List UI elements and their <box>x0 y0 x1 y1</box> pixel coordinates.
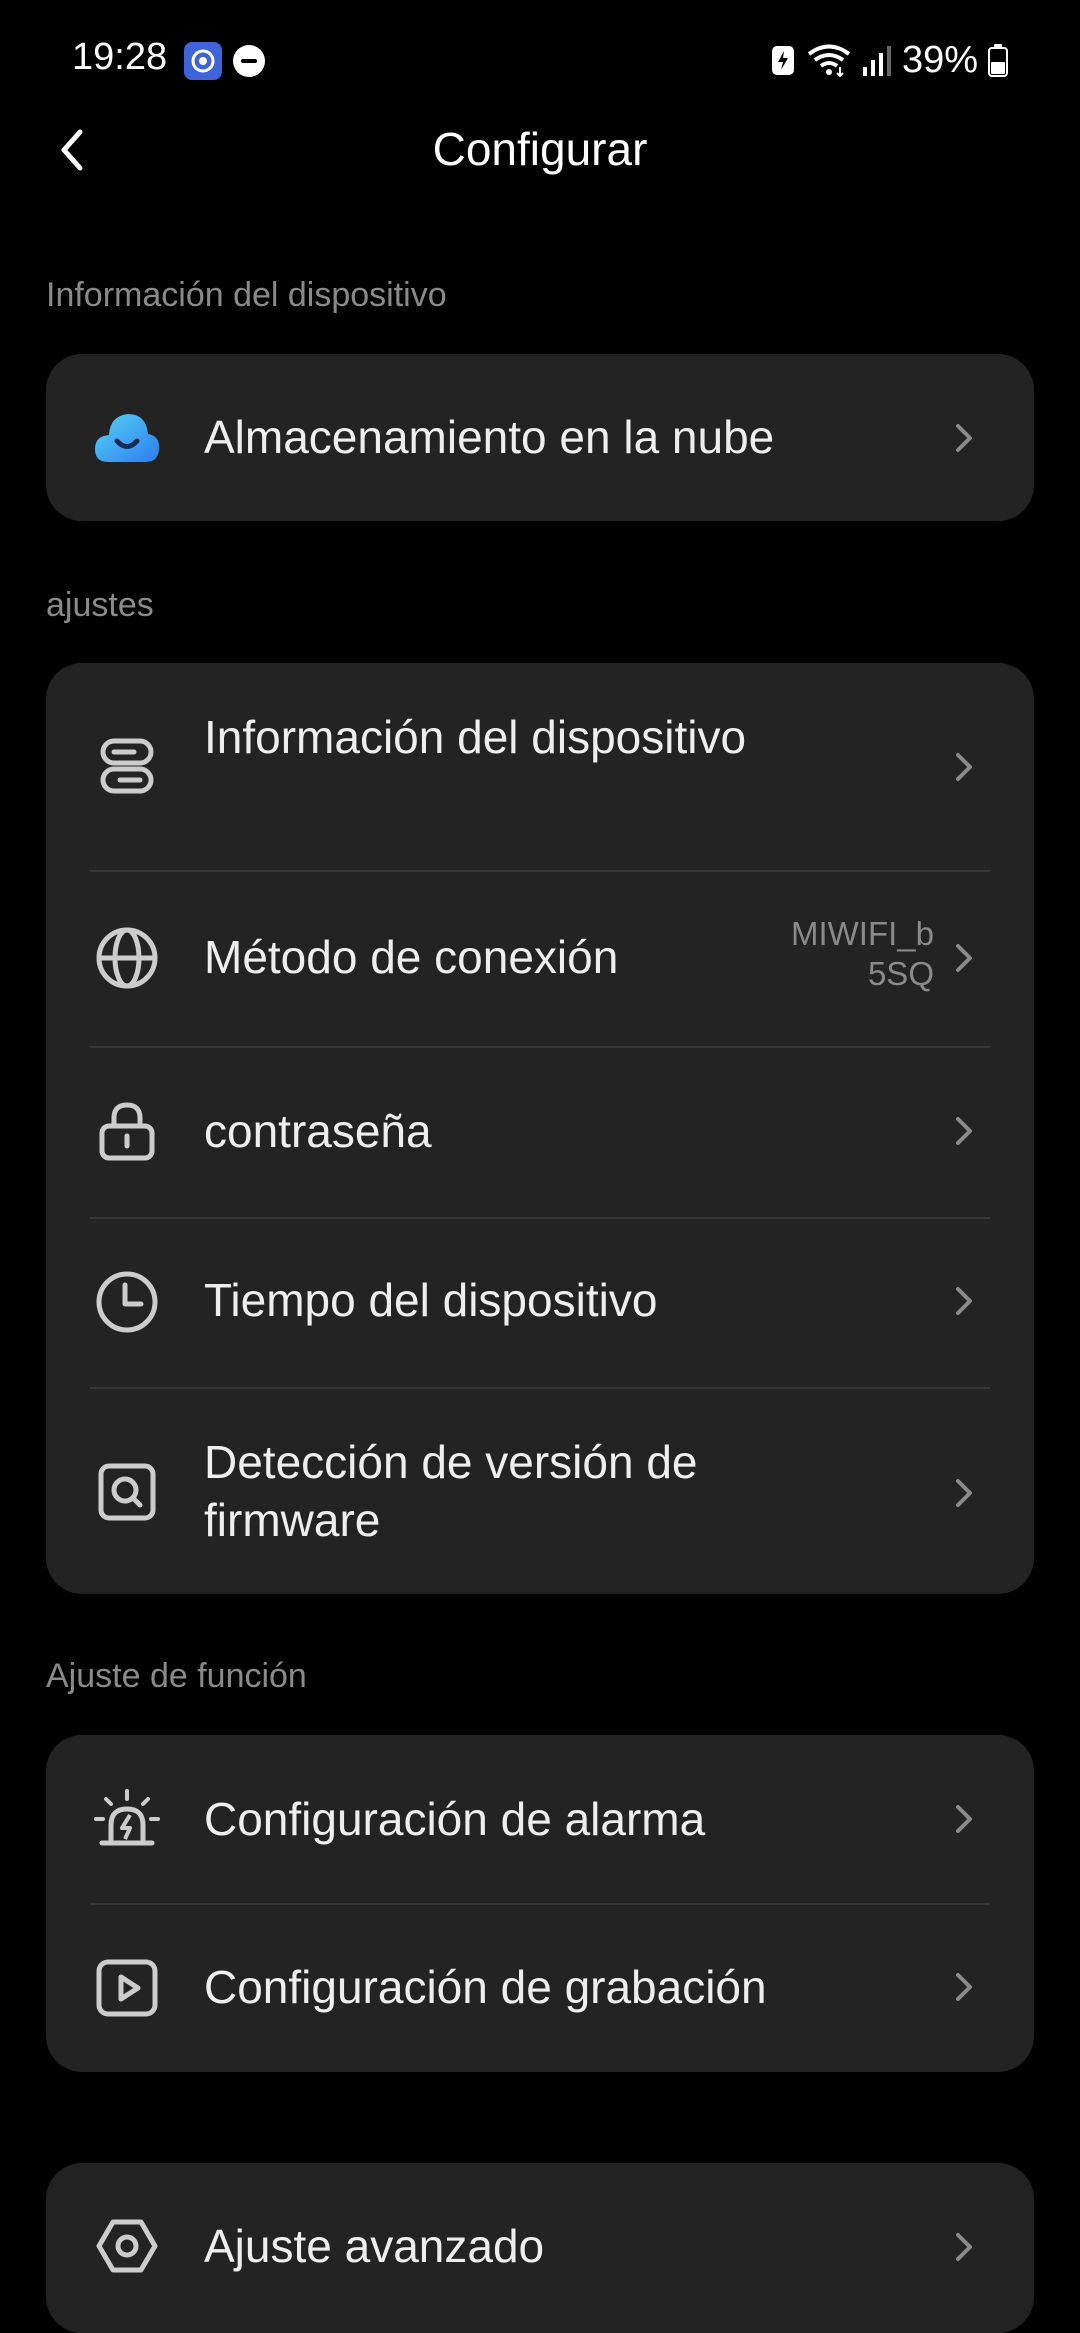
status-bar: 19:28 39% <box>0 0 1080 120</box>
battery-percent: 39% <box>901 38 978 81</box>
app-notification-icon <box>184 42 222 80</box>
cloud-storage-label: Almacenamiento en la nube <box>204 411 775 463</box>
list-item-password[interactable]: contraseña <box>46 1046 1034 1217</box>
chevron-right-icon <box>948 1799 978 1839</box>
section-label-device-info: Información del dispositivo <box>46 276 447 314</box>
alarm-icon <box>94 1787 160 1853</box>
list-item-device-time[interactable]: Tiempo del dispositivo <box>46 1217 1034 1387</box>
list-item-recording-config[interactable]: Configuración de grabación <box>46 1903 1034 2072</box>
section-label-function-settings: Ajuste de función <box>46 1657 307 1695</box>
chevron-right-icon <box>948 938 978 978</box>
page-title: Configurar <box>432 123 648 175</box>
advanced-settings-icon <box>94 2213 160 2279</box>
do-not-disturb-icon <box>233 45 265 77</box>
function-settings-card: Configuración de alarma Configuración de… <box>46 1735 1034 2072</box>
chevron-right-icon <box>948 2227 978 2267</box>
alarm-config-label: Configuración de alarma <box>204 1793 706 1845</box>
signal-icon <box>862 43 892 77</box>
list-item-alarm-config[interactable]: Configuración de alarma <box>46 1735 1034 1903</box>
chevron-right-icon <box>948 747 978 787</box>
clock-icon <box>94 1269 160 1335</box>
globe-icon <box>94 925 160 991</box>
wifi-icon <box>806 43 852 77</box>
status-icons: 39% <box>770 36 1008 84</box>
list-item-connection-method[interactable]: Método de conexión MIWIFI_b 5SQ <box>46 870 1034 1046</box>
firmware-detection-label: Detección de versión de firmware <box>204 1436 698 1546</box>
advanced-settings-label: Ajuste avanzado <box>204 2220 545 2272</box>
chevron-right-icon <box>948 1967 978 2007</box>
list-item-cloud-storage[interactable]: Almacenamiento en la nube <box>46 354 1034 521</box>
lock-icon <box>94 1098 160 1164</box>
firmware-search-icon <box>94 1459 160 1525</box>
advanced-settings-card: Ajuste avanzado <box>46 2163 1034 2333</box>
device-info-label: Información del dispositivo <box>204 711 747 763</box>
cloud-storage-card: Almacenamiento en la nube <box>46 354 1034 521</box>
top-app-bar: Configurar <box>0 110 1080 190</box>
device-time-label: Tiempo del dispositivo <box>204 1274 658 1326</box>
settings-card: Información del dispositivo Método de co… <box>46 663 1034 1594</box>
connection-method-label: Método de conexión <box>204 931 619 983</box>
chevron-right-icon <box>948 1473 978 1513</box>
password-label: contraseña <box>204 1105 432 1157</box>
status-time: 19:28 <box>72 36 168 78</box>
chevron-right-icon <box>948 418 978 458</box>
chevron-right-icon <box>948 1111 978 1151</box>
cloud-icon <box>94 404 160 470</box>
recording-icon <box>94 1955 160 2021</box>
chevron-right-icon <box>948 1281 978 1321</box>
list-item-firmware-detection[interactable]: Detección de versión de firmware <box>46 1387 1034 1594</box>
battery-icon <box>988 43 1008 77</box>
battery-saver-icon <box>770 43 796 77</box>
list-item-device-info[interactable]: Información del dispositivo <box>46 663 1034 870</box>
section-label-settings: ajustes <box>46 586 154 624</box>
connection-method-value: MIWIFI_b 5SQ <box>790 915 934 992</box>
device-info-icon <box>94 733 160 799</box>
list-item-advanced-settings[interactable]: Ajuste avanzado <box>46 2163 1034 2333</box>
recording-config-label: Configuración de grabación <box>204 1961 767 2013</box>
